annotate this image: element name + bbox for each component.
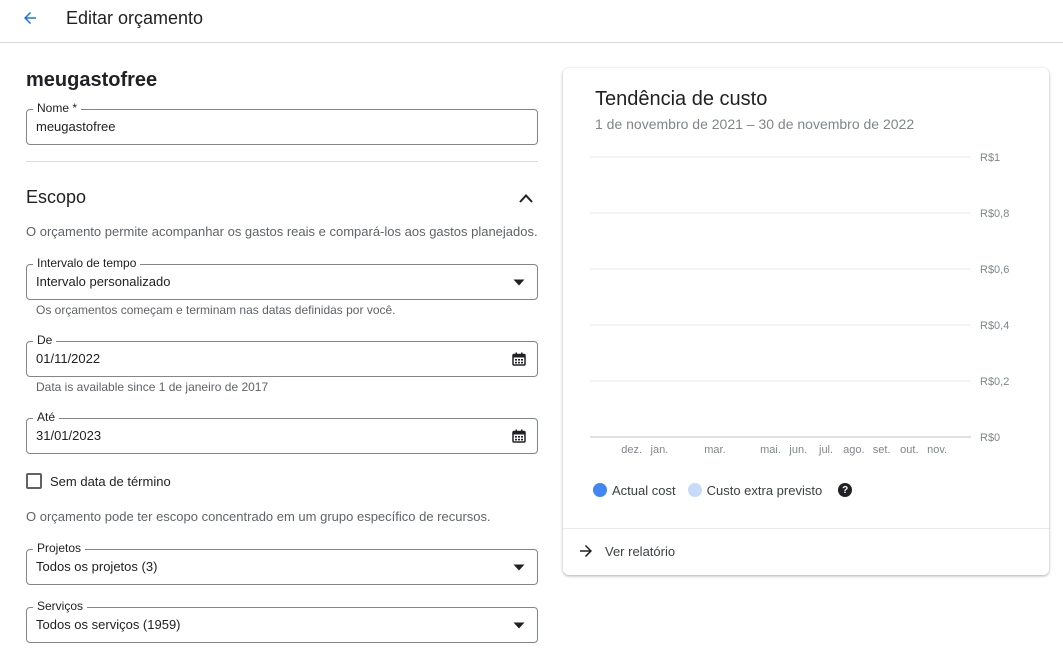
start-date-field[interactable]: De 01/11/2022 (26, 333, 538, 377)
view-report-label: Ver relatório (605, 543, 676, 559)
projects-value: Todos os projetos (3) (36, 559, 158, 574)
x-tick-label: nov. (927, 444, 947, 456)
section-divider (26, 161, 538, 162)
x-tick-label: ago. (843, 444, 864, 456)
arrow-back-icon (24, 12, 36, 24)
dropdown-arrow-icon (511, 559, 527, 575)
form-title: meugastofree (26, 69, 158, 91)
start-date-hint: Data is available since 1 de janeiro de … (36, 380, 269, 394)
projects-select[interactable]: Projetos Todos os projetos (3) (26, 541, 538, 585)
x-tick-label: mar. (704, 444, 725, 456)
dropdown-arrow-icon (511, 617, 527, 633)
no-end-date-row: Sem data de término (26, 472, 171, 490)
y-tick-label: R$0,6 (980, 264, 1009, 276)
legend-dot-actual (593, 483, 607, 497)
x-tick-label: set. (873, 444, 891, 456)
end-date-field[interactable]: Até 31/01/2023 (26, 410, 538, 454)
name-field-value: meugastofree (36, 119, 116, 134)
time-range-label: Intervalo de tempo (33, 256, 141, 270)
name-field[interactable]: Nome * meugastofree (26, 101, 538, 145)
services-select[interactable]: Serviços Todos os serviços (1959) (26, 599, 538, 643)
legend-dot-forecast (687, 483, 702, 497)
x-tick-label: out. (900, 444, 918, 456)
start-date-value: 01/11/2022 (36, 351, 101, 366)
cost-trend-chart: R$1 R$0,8 R$0,6 R$0,4 R$0,2 R$0 dez. jan. mar. ma… (590, 152, 1009, 456)
chart-legend: Actual cost Custo extra previsto ? (593, 481, 853, 499)
services-value: Todos os serviços (1959) (36, 617, 181, 632)
end-date-label: Até (33, 410, 60, 424)
y-tick-label: R$0 (980, 432, 1000, 444)
arrow-forward-icon (580, 545, 592, 557)
back-button[interactable] (18, 6, 42, 30)
dropdown-arrow-icon (511, 274, 527, 290)
cost-trend-card: Tendência de custo 1 de novembro de 2021… (563, 68, 1049, 575)
x-tick-label: jul. (818, 444, 833, 456)
collapse-scope-button[interactable] (514, 187, 538, 209)
no-end-date-label: Sem data de término (50, 473, 171, 489)
card-divider (563, 528, 1049, 529)
legend-item-actual[interactable]: Actual cost (593, 483, 676, 498)
name-field-label: Nome * (33, 101, 82, 115)
y-tick-label: R$0,2 (980, 376, 1009, 388)
resources-description: O orçamento pode ter escopo concentrado … (26, 509, 491, 524)
calendar-icon[interactable] (511, 428, 527, 444)
services-label: Serviços (33, 599, 88, 613)
time-range-hint: Os orçamentos começam e terminam nas dat… (36, 303, 396, 317)
time-range-select[interactable]: Intervalo de tempo Intervalo personaliza… (26, 256, 538, 300)
calendar-icon[interactable] (511, 351, 527, 367)
no-end-date-checkbox[interactable] (26, 473, 42, 489)
end-date-value: 31/01/2023 (36, 428, 102, 443)
legend-item-forecast[interactable]: Custo extra previsto (687, 482, 823, 498)
y-tick-label: R$1 (980, 152, 1000, 164)
y-tick-label: R$0,8 (980, 208, 1009, 220)
x-tick-label: jan. (650, 444, 669, 456)
scope-section-title: Escopo (26, 187, 87, 207)
x-tick-label: mai. (760, 444, 781, 456)
legend-label-forecast: Custo extra previsto (706, 482, 823, 498)
page-title: Editar orçamento (66, 8, 204, 28)
time-range-value: Intervalo personalizado (36, 274, 171, 289)
x-tick-label: dez. (621, 444, 642, 456)
start-date-label: De (33, 333, 57, 347)
projects-label: Projetos (33, 541, 86, 555)
view-report-link[interactable]: Ver relatório (577, 540, 675, 562)
legend-label-actual: Actual cost (612, 482, 676, 498)
top-app-bar: Editar orçamento (0, 0, 1063, 43)
scope-description: O orçamento permite acompanhar os gastos… (26, 224, 538, 239)
help-icon[interactable]: ? (838, 483, 853, 497)
chevron-up-icon (519, 194, 533, 203)
x-tick-label: jun. (788, 444, 807, 456)
y-tick-label: R$0,4 (980, 320, 1009, 332)
